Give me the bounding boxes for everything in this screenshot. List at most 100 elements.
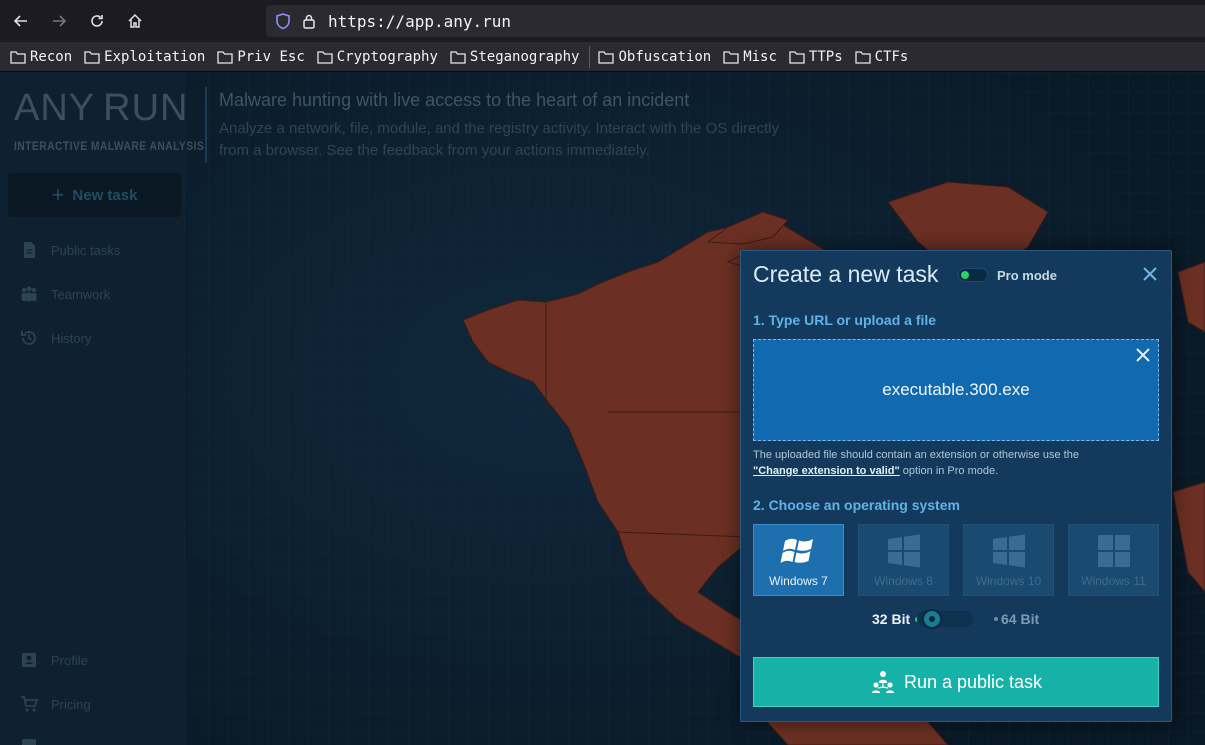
bookmark-label: Misc xyxy=(743,48,777,65)
bookmark-label: Recon xyxy=(30,48,73,65)
hint-suffix: option in Pro mode. xyxy=(899,465,999,477)
bookmark-label: Steganography xyxy=(469,48,580,65)
folder-icon xyxy=(789,50,805,64)
run-public-task-button[interactable]: Run a public task xyxy=(753,657,1159,707)
step1-label: 1. Type URL or upload a file xyxy=(753,312,937,328)
os-windows-7[interactable]: Windows 7 xyxy=(753,524,844,596)
sidebar-item-partial[interactable] xyxy=(20,736,51,745)
sidebar-item-label: Pricing xyxy=(51,696,91,712)
folder-icon xyxy=(723,50,739,64)
os-windows-8[interactable]: Windows 8 xyxy=(858,524,949,596)
anyrun-logo[interactable]: ANY RUN INTERACTIVE MALWARE ANALYSIS xyxy=(14,82,205,157)
bit-64-indicator xyxy=(994,617,998,621)
sidebar-item-label: Profile xyxy=(51,652,88,668)
bookmark-label: CTFs xyxy=(874,48,909,65)
bookmark-label: Exploitation xyxy=(104,48,206,65)
bookmark-obfuscation[interactable]: Obfuscation xyxy=(598,49,711,65)
step2-label: 2. Choose an operating system xyxy=(753,497,960,513)
reload-button[interactable] xyxy=(80,4,114,38)
bookmark-ttps[interactable]: TTPs xyxy=(789,49,843,65)
reload-icon xyxy=(91,15,103,27)
bookmark-label: Obfuscation xyxy=(618,48,712,65)
folder-icon xyxy=(84,50,100,64)
folder-icon xyxy=(10,50,26,64)
remove-file-icon[interactable] xyxy=(1134,346,1152,364)
pro-mode-toggle[interactable] xyxy=(958,268,988,282)
hero-subtitle: Analyze a network, file, module, and the… xyxy=(219,120,779,159)
os-label: Windows 10 xyxy=(975,574,1042,588)
sidebar-item-history[interactable]: History xyxy=(20,329,91,347)
calendar-icon xyxy=(22,739,36,745)
browser-toolbar: https://app.any.run xyxy=(0,0,1205,42)
sidebar-item-teamwork[interactable]: Teamwork xyxy=(20,285,110,303)
folder-icon xyxy=(854,50,871,64)
url-text[interactable]: https://app.any.run xyxy=(328,12,511,31)
bookmark-ctfs[interactable]: CTFs xyxy=(854,48,909,65)
bookmark-label: TTPs xyxy=(808,48,843,65)
sidebar-item-label: History xyxy=(51,330,92,346)
logo-text-run: RUN xyxy=(103,86,189,129)
bookmarks-bar: Recon Exploitation Priv Esc Cryptography… xyxy=(0,42,1205,72)
bit-64-label[interactable]: 64 Bit xyxy=(1001,611,1039,627)
plus-icon: + xyxy=(51,182,65,207)
bookmark-exploitation[interactable]: Exploitation xyxy=(84,49,205,65)
os-label: Windows 11 xyxy=(1081,574,1146,588)
bitness-knob[interactable] xyxy=(922,609,942,629)
hero-text: Malware hunting with live access to the … xyxy=(205,87,779,163)
os-windows-11[interactable]: Windows 11 xyxy=(1068,524,1159,596)
file-dropzone[interactable]: executable.300.exe xyxy=(753,339,1159,441)
home-icon xyxy=(128,13,142,28)
forward-button[interactable] xyxy=(42,4,76,38)
upload-hint: The uploaded file should contain an exte… xyxy=(753,447,1163,479)
run-button-label: Run a public task xyxy=(903,671,1043,692)
back-button[interactable] xyxy=(4,4,38,38)
new-task-dialog: Create a new task Pro mode 1. Type URL o… xyxy=(740,250,1172,722)
windows7-icon xyxy=(780,538,813,563)
toggle-knob xyxy=(961,271,969,279)
sidebar-item-label: Teamwork xyxy=(51,286,111,302)
uploaded-file-name: executable.300.exe xyxy=(882,380,1030,399)
logo-subtitle: INTERACTIVE MALWARE ANALYSIS xyxy=(14,139,205,153)
os-label: Windows 8 xyxy=(874,574,933,588)
home-button[interactable] xyxy=(118,4,152,38)
app-root: ANY RUN INTERACTIVE MALWARE ANALYSIS + N… xyxy=(0,72,1205,745)
bookmark-cryptography[interactable]: Cryptography xyxy=(317,49,438,65)
document-icon xyxy=(24,242,35,258)
windows11-icon xyxy=(1097,535,1130,567)
sidebar-item-pricing[interactable]: Pricing xyxy=(20,695,91,713)
new-task-label: New task xyxy=(72,186,138,204)
windows-icon xyxy=(887,534,920,568)
address-bar[interactable]: https://app.any.run xyxy=(266,5,1205,37)
os-windows-10[interactable]: Windows 10 xyxy=(963,524,1054,596)
team-icon xyxy=(21,286,37,302)
lock-icon[interactable] xyxy=(302,13,316,29)
sidebar-item-public-tasks[interactable]: Public tasks xyxy=(20,241,120,259)
bitness-switch: 32 Bit 64 Bit xyxy=(741,606,1173,630)
bookmark-steganography[interactable]: Steganography xyxy=(450,48,580,65)
folder-icon xyxy=(317,50,333,64)
history-icon xyxy=(21,331,36,345)
folder-icon xyxy=(598,50,615,64)
sidebar-item-profile[interactable]: Profile xyxy=(20,651,88,669)
sidebar-item-label: Public tasks xyxy=(51,242,121,258)
folder-icon xyxy=(217,50,233,64)
bookmark-priv-esc[interactable]: Priv Esc xyxy=(217,48,305,65)
close-icon[interactable] xyxy=(1140,264,1160,284)
profile-icon xyxy=(22,653,36,667)
dialog-title: Create a new task xyxy=(753,261,939,287)
change-extension-link[interactable]: "Change extension to valid" xyxy=(753,465,900,477)
arrow-left-icon xyxy=(13,15,27,27)
bookmark-recon[interactable]: Recon xyxy=(10,49,72,65)
new-task-button[interactable]: + New task xyxy=(8,173,181,217)
public-users-icon xyxy=(871,671,894,693)
bookmark-label: Priv Esc xyxy=(237,48,305,65)
pro-mode-label: Pro mode xyxy=(997,268,1057,283)
bit-32-label[interactable]: 32 Bit xyxy=(872,611,910,627)
bookmark-separator xyxy=(589,45,591,68)
hero-title: Malware hunting with live access to the … xyxy=(219,90,690,110)
bookmark-misc[interactable]: Misc xyxy=(723,49,777,65)
logo-text-any: ANY xyxy=(14,86,96,129)
windows-icon xyxy=(992,534,1025,568)
arrow-right-icon xyxy=(53,15,67,27)
shield-icon[interactable] xyxy=(274,12,292,30)
